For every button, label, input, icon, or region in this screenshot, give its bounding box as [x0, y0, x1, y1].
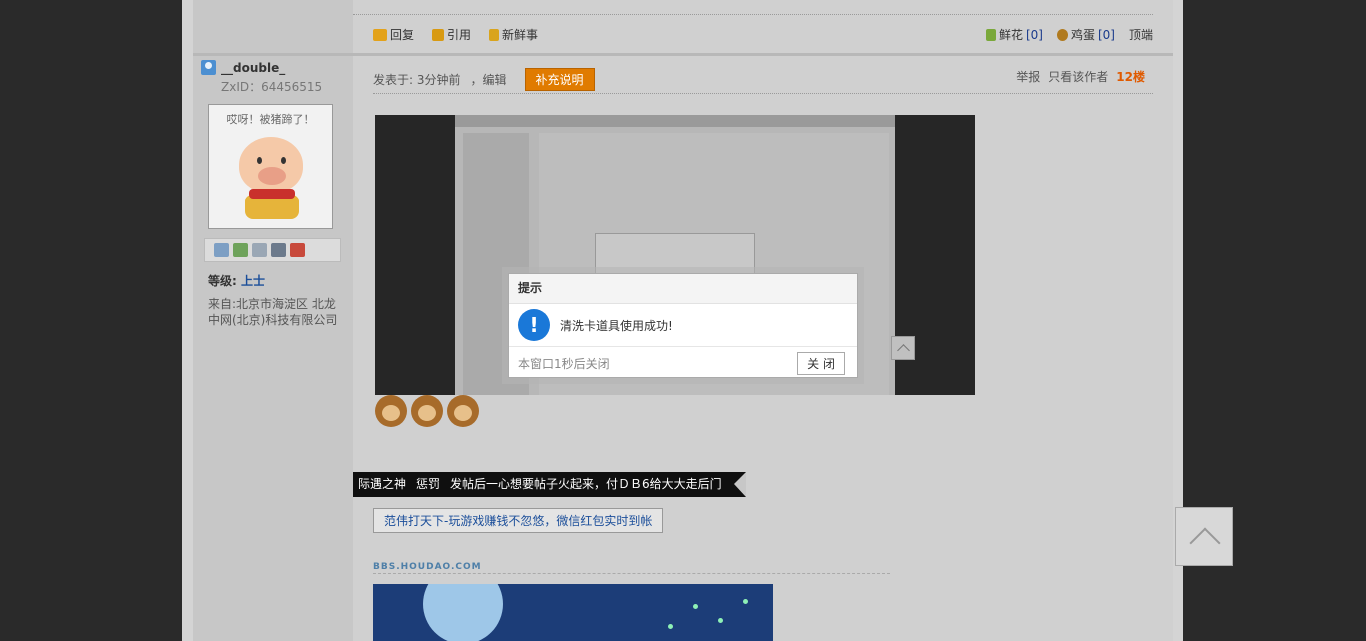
flower-count: [0]: [1025, 27, 1043, 42]
user-tools: [204, 238, 341, 262]
pig-eye-left: [257, 157, 262, 164]
flower-button[interactable]: 鲜花 [0]: [985, 26, 1043, 43]
egg-button[interactable]: 鸡蛋 [0]: [1056, 26, 1115, 43]
quote-icon: [432, 28, 445, 41]
edit-link[interactable]: ，编辑: [471, 71, 507, 88]
user-icon: [201, 60, 216, 75]
monkey-emoticon: [411, 395, 443, 427]
avatar[interactable]: 哎呀！被猪蹄了！: [208, 104, 333, 229]
punish-type: 惩罚: [416, 477, 441, 491]
dialog-title: 提示: [509, 274, 857, 304]
egg-count: [0]: [1097, 27, 1115, 42]
profile-icon[interactable]: [271, 243, 286, 257]
info-icon: !: [518, 309, 550, 341]
signature-site: BBS.HOUDAO.COM: [373, 562, 482, 572]
level-label: 等级:: [208, 274, 237, 288]
post-time: 发表于: 3分钟前: [373, 73, 461, 87]
post-meta-right: 举报 只看该作者 12楼: [1016, 68, 1145, 85]
monkey-emoticon: [375, 395, 407, 427]
floor-number: 12楼: [1116, 70, 1145, 84]
post-separator: [193, 53, 1173, 56]
quote-button[interactable]: 引用: [432, 26, 471, 43]
view-icon[interactable]: [252, 243, 267, 257]
dialog-body: ! 清洗卡道具使用成功!: [509, 304, 857, 347]
tip-dialog: 提示 ! 清洗卡道具使用成功! 本窗口1秒后关闭 关 闭: [508, 273, 858, 378]
user-zxid: ZxID：64456515: [221, 80, 323, 94]
meta-divider: [373, 93, 1153, 94]
signature-image: [373, 584, 773, 641]
rating-actions: 鲜花 [0] 鸡蛋 [0] 顶端: [985, 26, 1153, 43]
screenshot-up-icon: [891, 336, 915, 360]
punish-user: 际遇之神: [358, 477, 407, 491]
user-name[interactable]: __double_: [221, 61, 285, 75]
report-link[interactable]: 举报: [1016, 68, 1040, 85]
close-button[interactable]: 关 闭: [797, 351, 845, 375]
signature-divider: [373, 573, 890, 574]
monkey-emoticon: [447, 395, 479, 427]
user-level: 等级: 上士: [208, 272, 265, 289]
ad-link[interactable]: 范伟打天下-玩游戏赚钱不忽悠，微信红包实时到帐: [373, 508, 664, 533]
post-meta: 发表于: 3分钟前 ，编辑 补充说明: [373, 68, 595, 91]
pig-scarf: [249, 189, 295, 199]
add-friend-icon[interactable]: [233, 243, 248, 257]
egg-icon: [1056, 28, 1068, 41]
avatar-caption: 哎呀！被猪蹄了！: [226, 113, 315, 126]
fresh-button[interactable]: 新鲜事: [489, 26, 538, 43]
supplement-button[interactable]: 补充说明: [524, 68, 595, 91]
post-actions: 回复 引用 新鲜事: [373, 26, 538, 43]
reply-icon: [373, 28, 387, 41]
message-icon[interactable]: [214, 243, 229, 257]
back-to-top-icon[interactable]: [1175, 507, 1233, 566]
dialog-countdown: 本窗口1秒后关闭: [518, 356, 610, 371]
pig-eye-right: [281, 157, 286, 164]
glow-dot: [668, 624, 673, 629]
top-link[interactable]: 顶端: [1129, 26, 1153, 43]
top-divider: [353, 14, 1153, 15]
punish-banner: 际遇之神 惩罚 发帖后一心想要帖子火起来，付ＤＢ6给大大走后门: [353, 472, 746, 497]
dialog-message: 清洗卡道具使用成功!: [560, 318, 673, 333]
fresh-icon: [489, 28, 500, 41]
user-location: 来自:北京市海淀区 北龙中网(北京)科技有限公司: [208, 297, 338, 327]
glow-dot: [693, 604, 698, 609]
screenshot-toolbar: [455, 115, 895, 127]
emoticons: [375, 395, 479, 427]
reply-button[interactable]: 回复: [373, 26, 414, 43]
gift-icon[interactable]: [290, 243, 305, 257]
dialog-footer: 本窗口1秒后关闭 关 闭: [509, 347, 857, 379]
user-name-row: __double_: [201, 60, 285, 75]
level-value: 上士: [241, 274, 266, 288]
glow-dot: [718, 618, 723, 623]
moon: [423, 584, 503, 641]
glow-dot: [743, 599, 748, 604]
flower-icon: [985, 28, 996, 41]
punish-text: 发帖后一心想要帖子火起来，付ＤＢ6给大大走后门: [450, 477, 722, 491]
pig-nose: [258, 167, 286, 185]
only-author-link[interactable]: 只看该作者: [1048, 68, 1108, 85]
